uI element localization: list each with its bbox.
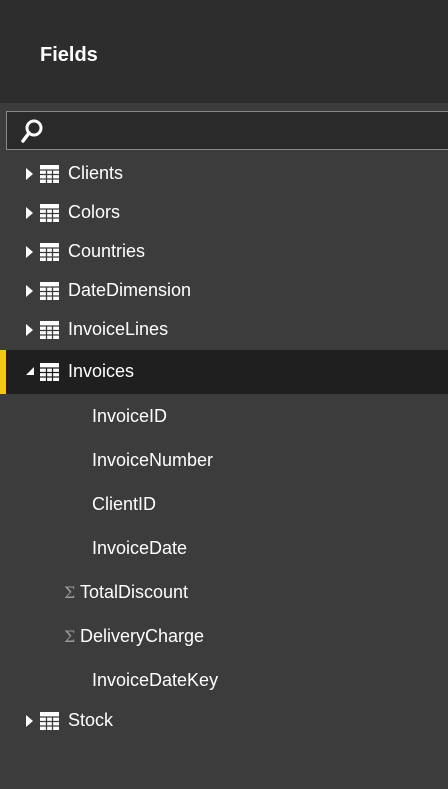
search-icon [21, 119, 43, 143]
table-label[interactable]: Clients [68, 163, 123, 184]
table-row-countries[interactable]: Countries [0, 233, 448, 272]
expand-arrow-icon[interactable] [26, 246, 33, 258]
sigma-icon: Σ [64, 627, 76, 646]
table-row-invoices[interactable]: Invoices [0, 350, 448, 394]
table-icon [40, 282, 59, 300]
sigma-icon: Σ [64, 583, 76, 602]
expand-arrow-icon[interactable] [26, 324, 33, 336]
field-row-invoicenumber[interactable]: InvoiceNumber [0, 438, 448, 482]
field-row-invoicedate[interactable]: InvoiceDate [0, 526, 448, 570]
table-icon [40, 165, 59, 183]
fields-pane: Fields Clients Colors Countries DateDime… [0, 0, 448, 789]
table-row-colors[interactable]: Colors [0, 194, 448, 233]
table-label[interactable]: Countries [68, 241, 145, 262]
collapse-arrow-icon[interactable] [26, 367, 34, 375]
expand-arrow-icon[interactable] [26, 168, 33, 180]
field-label[interactable]: DeliveryCharge [80, 626, 204, 647]
field-label[interactable]: ClientID [92, 494, 156, 515]
field-label[interactable]: InvoiceDateKey [92, 670, 218, 691]
table-icon [40, 204, 59, 222]
field-row-invoicedatekey[interactable]: InvoiceDateKey [0, 658, 448, 702]
field-label[interactable]: TotalDiscount [80, 582, 188, 603]
table-row-clients[interactable]: Clients [0, 155, 448, 194]
expand-arrow-icon[interactable] [26, 285, 33, 297]
search-input[interactable] [53, 116, 437, 146]
expand-arrow-icon[interactable] [26, 715, 33, 727]
fields-title: Fields [40, 44, 98, 66]
table-label[interactable]: Stock [68, 710, 113, 731]
field-row-totaldiscount[interactable]: Σ TotalDiscount [0, 570, 448, 614]
table-label[interactable]: Invoices [68, 361, 134, 382]
selection-accent [0, 350, 6, 394]
field-label[interactable]: InvoiceID [92, 406, 167, 427]
field-row-clientid[interactable]: ClientID [0, 482, 448, 526]
table-row-stock[interactable]: Stock [0, 702, 448, 741]
table-label[interactable]: Colors [68, 202, 120, 223]
expand-arrow-icon[interactable] [26, 207, 33, 219]
table-icon [40, 321, 59, 339]
search-box[interactable] [6, 111, 448, 150]
table-row-invoicelines[interactable]: InvoiceLines [0, 311, 448, 350]
table-row-datedimension[interactable]: DateDimension [0, 272, 448, 311]
field-row-invoiceid[interactable]: InvoiceID [0, 394, 448, 438]
table-icon [40, 243, 59, 261]
field-label[interactable]: InvoiceDate [92, 538, 187, 559]
field-row-deliverycharge[interactable]: Σ DeliveryCharge [0, 614, 448, 658]
table-icon [40, 363, 59, 381]
field-label[interactable]: InvoiceNumber [92, 450, 213, 471]
table-label[interactable]: InvoiceLines [68, 319, 168, 340]
table-icon [40, 712, 59, 730]
field-list: Clients Colors Countries DateDimension I… [0, 155, 448, 741]
table-label[interactable]: DateDimension [68, 280, 191, 301]
fields-header: Fields [0, 0, 448, 103]
